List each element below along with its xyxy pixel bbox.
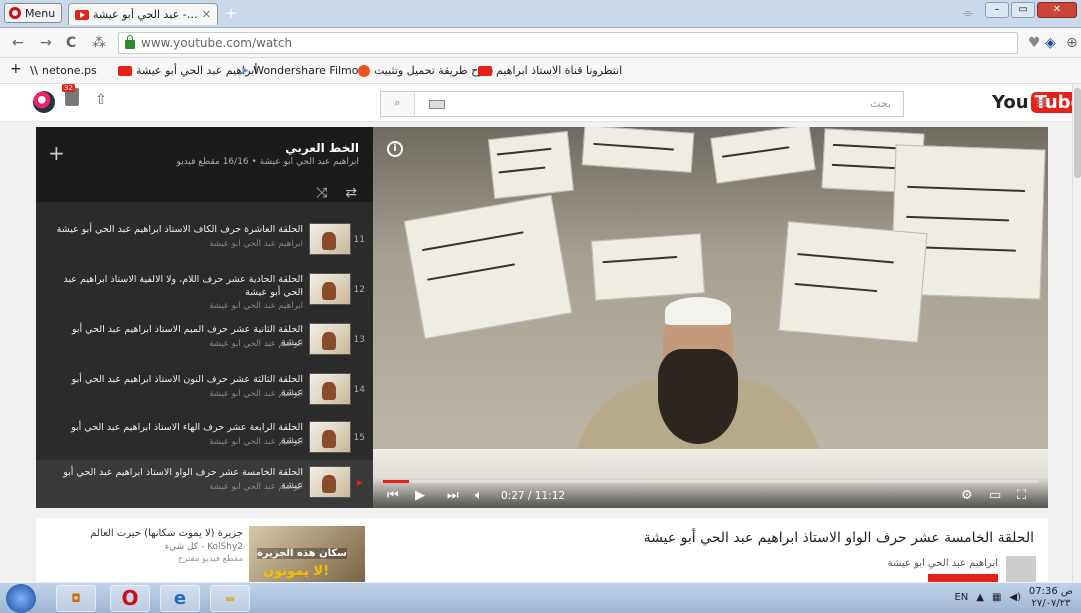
youtube-header: ⌕ بحث You Tube ≡ (0, 84, 1081, 122)
playlist-panel: + الخط العربي ابراهيم عبد الحي ابو عيشة … (36, 127, 373, 508)
search-placeholder: بحث (870, 97, 891, 110)
shuffle-icon[interactable]: ⤨ (316, 185, 327, 201)
fullscreen-icon[interactable]: ⛶ (1017, 488, 1026, 503)
search-icon[interactable]: ⌕ (381, 92, 415, 116)
playlist-subtitle: ابراهيم عبد الحي ابو عيشة • 16/16 مقطع ف… (176, 157, 359, 167)
bookmarks-bar: + \\ netone.ps أبراهيم عبد الحي أبو عيشة … (0, 58, 1081, 84)
video-player[interactable]: i ⏮ ▶ ⏭ 🔈︎ 0:27 / 11:12 ⚙︎ ▭ ⛶ (373, 127, 1048, 508)
keyboard-icon[interactable] (429, 100, 445, 109)
tab-youtube[interactable]: عبد الحي أبو عيشة - YouTube ✕ (68, 3, 218, 25)
theater-mode-icon[interactable]: ▭ (989, 488, 1001, 503)
channel-name[interactable]: ابراهيم عبد الحي ابو عيشة (888, 558, 998, 569)
forward-icon[interactable]: → (40, 35, 52, 51)
play-icon[interactable]: ▶ (415, 488, 425, 503)
playlist-item[interactable]: 14 الحلقة الثالثة عشر حرف النون الاستاذ … (36, 367, 373, 415)
windows-taskbar: ◘ O e ▬ EN ▲ ▦ ◀︎) 07:36 ص ٢٧/٠٧/٢٣ (0, 582, 1081, 613)
youtube-favicon-icon (75, 9, 89, 20)
back-icon[interactable]: ← (12, 35, 24, 51)
previous-icon[interactable]: ⏮ (387, 488, 399, 503)
taskbar-explorer-icon[interactable]: ▬ (210, 585, 250, 612)
address-bar-row: ← → C ⁂ www.youtube.com/watch ♥ ◈ ⊕ (0, 28, 1081, 58)
close-window-button[interactable]: ✕ (1037, 2, 1077, 18)
extension-icon[interactable]: ◈ (1045, 35, 1056, 51)
notifications-icon[interactable]: 32 (62, 84, 79, 106)
lock-icon (125, 35, 135, 49)
settings-icon[interactable]: ⚙︎ (961, 488, 973, 503)
heart-icon[interactable]: ♥ (1028, 35, 1041, 51)
playlist-title[interactable]: الخط العربي (285, 141, 359, 155)
suggested-title[interactable]: جزيرة (لا يموت سكانها) حيرت العالم (90, 528, 243, 539)
close-tab-icon[interactable]: ✕ (202, 8, 211, 21)
suggested-channel: KolShy2 - كل شيء (164, 542, 243, 552)
new-tab-button[interactable]: + (222, 6, 240, 22)
channel-avatar[interactable] (1006, 556, 1036, 582)
progress-bar[interactable] (383, 480, 1038, 483)
network-icon[interactable]: ▦ (992, 592, 1001, 603)
playlist-item[interactable]: 15 الحلقة الرابعة عشر حرف الهاء الاستاذ … (36, 415, 373, 463)
playlist-item[interactable]: 13 الحلقة الثانية عشر حرف الميم الاستاذ … (36, 317, 373, 365)
taskbar-ie-icon[interactable]: e (160, 585, 200, 612)
url-text: www.youtube.com/watch (141, 36, 293, 50)
page-scrollbar[interactable] (1072, 84, 1081, 582)
volume-icon[interactable]: 🔈︎ (475, 488, 483, 503)
info-icon[interactable]: i (387, 141, 403, 157)
bookmark-item[interactable]: أبراهيم عبد الحي أبو عيشة (118, 64, 257, 77)
bookmark-item[interactable]: \\ netone.ps (30, 64, 97, 77)
playlist-header: + الخط العربي ابراهيم عبد الحي ابو عيشة … (36, 127, 373, 202)
stash-icon[interactable]: ⌯ (963, 6, 973, 21)
playlist-item[interactable]: 12 الحلقة الحادية عشر حرف اللام، ولا الا… (36, 267, 373, 315)
speed-dial-icon[interactable]: ⁂ (92, 35, 106, 51)
video-info: الحلقة الخامسة عشر حرف الواو الاستاذ ابر… (373, 518, 1048, 584)
notification-badge: 32 (62, 84, 75, 92)
upload-icon[interactable]: ⇧ (95, 92, 107, 108)
playlist-item[interactable]: 11 الحلقة العاشرة حرف الكاف الاستاذ ابرا… (36, 217, 373, 265)
start-button[interactable] (6, 584, 36, 613)
minimize-button[interactable]: – (985, 2, 1009, 18)
suggested-meta: مقطع فيديو مقترح (177, 554, 243, 564)
download-icon[interactable]: ⊕ (1066, 35, 1078, 51)
tab-title: عبد الحي أبو عيشة - YouTube (93, 8, 198, 21)
video-title: الحلقة الخامسة عشر حرف الواو الاستاذ ابر… (643, 530, 1034, 546)
playlist-item-active[interactable]: ▶ الحلقة الخامسة عشر حرف الواو الاستاذ ا… (36, 460, 373, 508)
taskbar-media-icon[interactable]: ◘ (56, 585, 96, 612)
maximize-button[interactable]: ▭ (1011, 2, 1035, 18)
loop-icon[interactable]: ⇄ (345, 185, 357, 201)
guide-menu-icon[interactable]: ≡ (1035, 93, 1048, 112)
bookmark-item[interactable]: شرح طريقة تحميل وتثبيت (358, 64, 494, 77)
taskbar-opera-icon[interactable]: O (110, 585, 150, 612)
bookmark-item[interactable]: ➤ Wondershare Filmora (240, 64, 370, 77)
bookmark-item[interactable]: انتظرونا قناة الاستاذ ابراهيم (478, 64, 622, 77)
opera-menu-button[interactable]: Menu (4, 3, 62, 23)
system-tray: EN ▲ ▦ ◀︎) (954, 592, 1021, 603)
reload-icon[interactable]: C (66, 35, 76, 51)
url-field[interactable]: www.youtube.com/watch (118, 32, 1018, 54)
next-icon[interactable]: ⏭ (447, 488, 459, 503)
search-box[interactable]: ⌕ بحث (380, 91, 904, 117)
now-playing-icon: ▶ (356, 478, 363, 487)
time-display: 0:27 / 11:12 (501, 490, 566, 502)
suggested-video[interactable]: سكان هذه الجزيرة لا يموتون! جزيرة (لا يمو… (36, 518, 373, 582)
clock[interactable]: 07:36 ص ٢٧/٠٧/٢٣ (1029, 586, 1073, 610)
opera-logo-icon (9, 7, 21, 19)
language-indicator[interactable]: EN (954, 592, 968, 603)
add-playlist-icon[interactable]: + (48, 141, 65, 165)
tray-arrow-icon[interactable]: ▲ (976, 592, 984, 603)
volume-tray-icon[interactable]: ◀︎) (1009, 592, 1021, 603)
avatar[interactable] (33, 91, 55, 113)
add-bookmark-icon[interactable]: + (10, 61, 22, 77)
progress-fill (383, 480, 410, 483)
menu-label: Menu (25, 6, 56, 20)
window-controls: – ▭ ✕ (985, 2, 1077, 18)
suggested-thumbnail[interactable]: سكان هذه الجزيرة لا يموتون! (249, 526, 365, 582)
tab-strip: Menu عبد الحي أبو عيشة - YouTube ✕ + ⌯ –… (0, 0, 1081, 28)
player-controls: ⏮ ▶ ⏭ 🔈︎ 0:27 / 11:12 ⚙︎ ▭ ⛶ (373, 478, 1048, 508)
